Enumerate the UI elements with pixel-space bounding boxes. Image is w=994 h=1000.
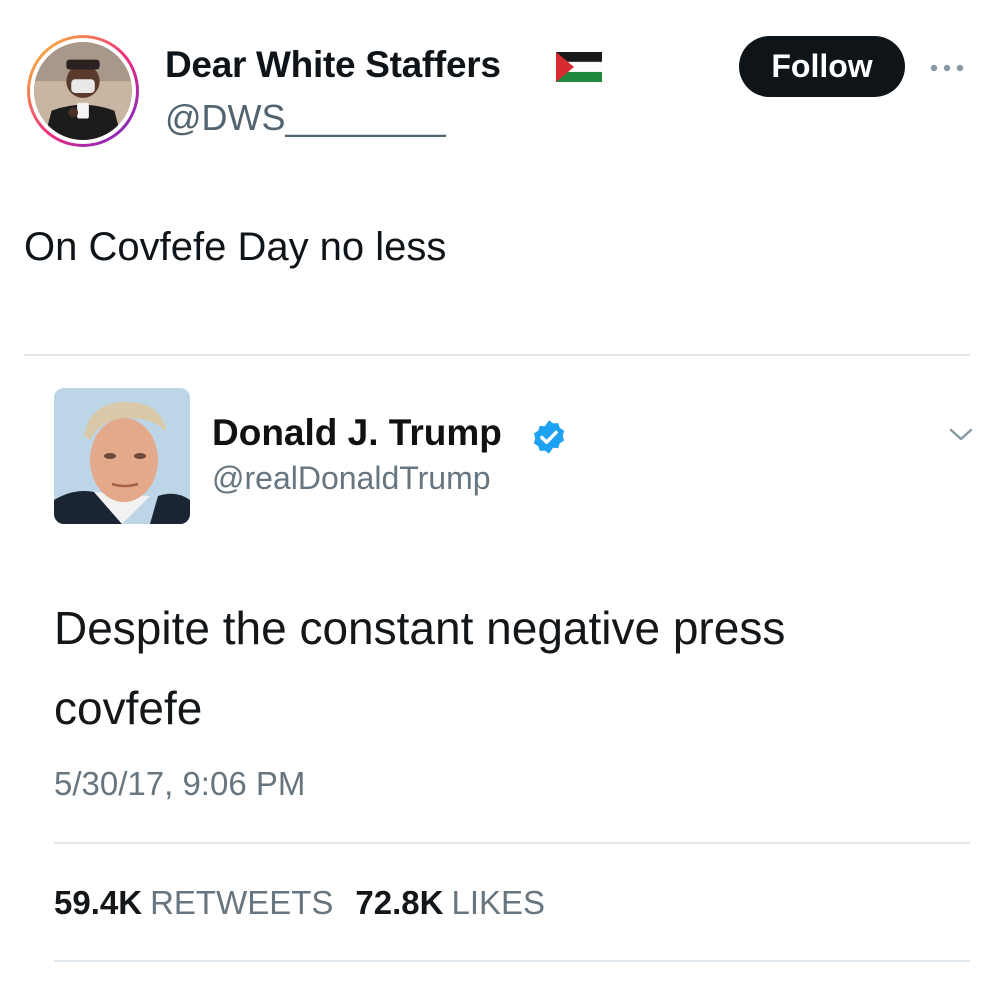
quoted-avatar-photo: [54, 388, 190, 524]
divider: [24, 354, 970, 356]
quoted-tweet-text: Despite the constant negative press covf…: [54, 602, 786, 734]
follow-button[interactable]: Follow: [739, 36, 905, 97]
verified-badge-icon: [533, 420, 565, 454]
retweets-count[interactable]: 59.4K: [54, 884, 142, 922]
user-handle[interactable]: @DWS________: [165, 97, 446, 139]
avatar[interactable]: [27, 35, 139, 147]
quoted-handle[interactable]: @realDonaldTrump: [212, 460, 491, 497]
avatar-icon: [34, 42, 132, 140]
divider: [54, 960, 970, 962]
quoted-display-name[interactable]: Donald J. Trump: [212, 412, 502, 454]
divider: [54, 842, 970, 844]
likes-count[interactable]: 72.8K: [355, 884, 443, 922]
chevron-down-icon[interactable]: [949, 428, 973, 442]
timestamp[interactable]: 5/30/17, 9:06 PM: [54, 765, 305, 803]
engagement-stats: 59.4K RETWEETS 72.8K LIKES: [54, 884, 567, 922]
likes-label[interactable]: LIKES: [451, 884, 545, 922]
retweets-label[interactable]: RETWEETS: [150, 884, 333, 922]
more-dots-icon[interactable]: [928, 62, 966, 74]
palestine-flag-icon: [556, 52, 602, 82]
tweet-text: On Covfefe Day no less: [24, 225, 447, 269]
user-display-name[interactable]: Dear White Staffers: [165, 44, 501, 86]
quoted-avatar[interactable]: [54, 388, 190, 524]
